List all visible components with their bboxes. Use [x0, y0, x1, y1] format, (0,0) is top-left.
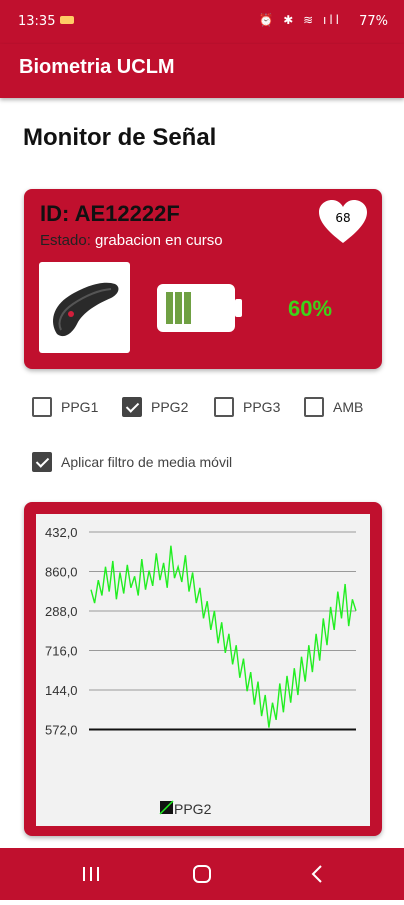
- battery-percent: 60%: [288, 296, 333, 321]
- ppg-chart: 432,0 860,0 288,0 716,0 144,0 572,0 PPG2: [45, 525, 357, 817]
- checkbox-ppg2-box[interactable]: [122, 397, 142, 417]
- battery-cell: [184, 292, 191, 324]
- checkbox-amb-box[interactable]: [304, 397, 324, 417]
- navigation-bar: [0, 848, 404, 900]
- chart-card: 432,0 860,0 288,0 716,0 144,0 572,0 PPG2: [24, 502, 382, 836]
- checkbox-ppg3[interactable]: PPG3: [214, 397, 280, 417]
- status-icons: ⏰ ✱ ≋ ıll: [258, 13, 342, 27]
- heart-rate-value: 68: [335, 211, 351, 225]
- checkbox-ppg2-label: PPG2: [151, 399, 189, 415]
- chart-area: 432,0 860,0 288,0 716,0 144,0 572,0 PPG2: [36, 514, 370, 826]
- status-time: 13:35: [18, 14, 56, 29]
- home-button[interactable]: [185, 856, 221, 892]
- series-line-ppg2: [90, 545, 357, 728]
- status-battery: 77%: [359, 14, 388, 29]
- checkbox-ppg3-box[interactable]: [214, 397, 234, 417]
- status-value: grabacion en curso: [95, 232, 223, 249]
- notification-icon: [60, 16, 74, 24]
- legend-label: PPG2: [174, 801, 212, 817]
- y-tick-label: 432,0: [45, 525, 78, 540]
- device-card: ID: AE12222F Estado: grabacion en curso …: [24, 189, 382, 369]
- y-tick-label: 572,0: [45, 723, 78, 738]
- checkbox-amb-label: AMB: [333, 399, 364, 415]
- checkbox-amb[interactable]: AMB: [304, 397, 363, 417]
- y-tick-label: 288,0: [45, 604, 78, 619]
- device-id: ID: AE12222F: [40, 201, 180, 226]
- app-bar: Biometria UCLM: [0, 44, 404, 98]
- wristband-image: [39, 262, 130, 353]
- checkbox-ppg1[interactable]: PPG1: [32, 397, 98, 417]
- filter-checkbox-box[interactable]: [32, 452, 52, 472]
- back-button[interactable]: [298, 856, 334, 892]
- checkbox-ppg3-label: PPG3: [243, 399, 281, 415]
- y-tick-label: 716,0: [45, 644, 78, 659]
- checkbox-ppg1-box[interactable]: [32, 397, 52, 417]
- app-title: Biometria UCLM: [19, 56, 175, 78]
- status-label: Estado:: [40, 232, 91, 249]
- y-tick-label: 144,0: [45, 683, 78, 698]
- status-bar: 13:35 ⏰ ✱ ≋ ıll 77%: [0, 0, 404, 44]
- checkbox-ppg2[interactable]: PPG2: [122, 397, 188, 417]
- checkbox-ppg1-label: PPG1: [61, 399, 99, 415]
- battery-cell: [175, 292, 182, 324]
- device-status: Estado: grabacion en curso: [40, 232, 223, 249]
- heart-rate-icon: 68: [318, 199, 368, 245]
- battery-cell: [166, 292, 173, 324]
- y-tick-label: 860,0: [45, 565, 78, 580]
- recents-button[interactable]: [74, 858, 114, 890]
- filter-checkbox[interactable]: Aplicar filtro de media móvil: [32, 452, 232, 472]
- page-title: Monitor de Señal: [23, 124, 217, 151]
- battery-icon: [156, 283, 244, 333]
- filter-label: Aplicar filtro de media móvil: [61, 454, 233, 470]
